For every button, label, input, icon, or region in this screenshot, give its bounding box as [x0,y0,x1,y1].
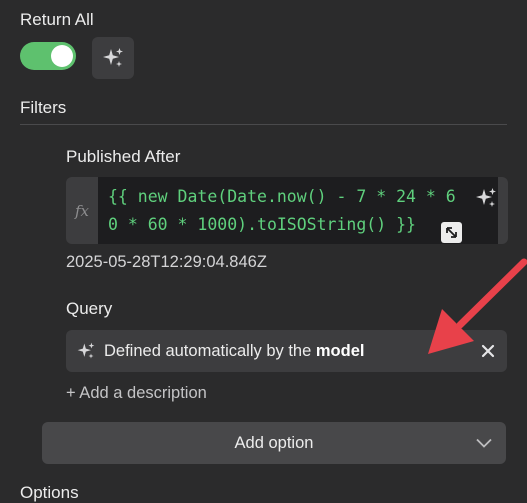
toggle-knob [51,45,73,67]
annotation-arrow [428,258,527,354]
fx-icon: fx [74,201,89,220]
expand-editor-icon[interactable] [441,222,462,243]
add-description-link[interactable]: + Add a description [66,384,207,403]
query-auto-text: Defined automatically by the model [104,342,364,361]
sparkles-icon [103,48,123,67]
query-label: Query [66,299,113,318]
add-option-label: Add option [234,433,314,452]
sparkles-icon [77,342,95,359]
expression-code[interactable]: {{ new Date(Date.now() - 7 * 24 * 6 0 * 6… [98,177,498,244]
published-after-label: Published After [66,147,181,166]
return-all-label: Return All [20,10,94,29]
published-after-ai-button[interactable] [465,177,507,219]
query-auto-text-prefix: Defined automatically by the [104,341,316,360]
expression-result: 2025-05-28T12:29:04.846Z [66,253,267,271]
expression-line-1: {{ new Date(Date.now() - 7 * 24 * 6 [108,187,456,206]
return-all-ai-button[interactable] [92,37,134,79]
filters-heading: Filters [20,98,67,117]
options-heading: Options [20,483,79,502]
chevron-down-icon [476,438,492,448]
query-auto-text-bold: model [315,341,365,360]
sparkles-icon [476,188,496,207]
divider [20,124,507,125]
expression-line-2: 0 * 60 * 1000).toISOString() }} [108,215,416,234]
return-all-toggle[interactable] [20,42,76,70]
add-option-dropdown[interactable]: Add option [42,422,506,464]
